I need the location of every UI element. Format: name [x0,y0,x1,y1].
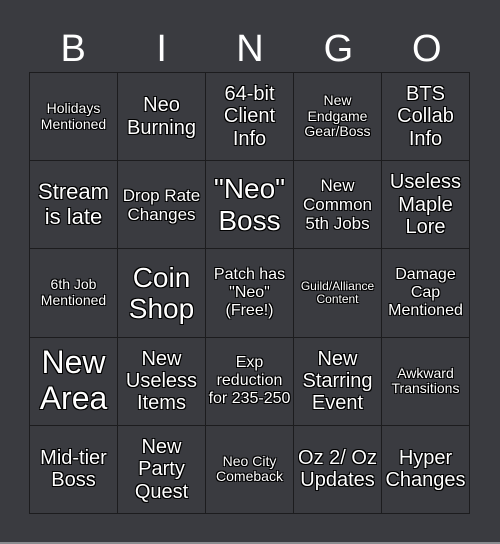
bingo-cell[interactable]: Awkward Transitions [382,337,470,426]
bingo-cell[interactable]: New Common 5th Jobs [294,161,382,250]
header-letter-g: G [323,28,354,70]
bingo-grid: Holidays Mentioned Neo Burning 64-bit Cl… [29,72,470,514]
bingo-cell[interactable]: "Neo" Boss [206,161,294,250]
bingo-cell[interactable]: Patch has "Neo" (Free!) [206,249,294,338]
header-letter-b: B [60,28,86,70]
bingo-cell[interactable]: Guild/Alliance Content [294,249,382,338]
bingo-cell[interactable]: Mid-tier Boss [30,425,118,514]
bingo-cell[interactable]: New Endgame Gear/Boss [294,73,382,162]
bingo-cell[interactable]: Drop Rate Changes [118,161,206,250]
bingo-cell[interactable]: New Starring Event [294,337,382,426]
bingo-cell[interactable]: Stream is late [30,161,118,250]
bingo-cell[interactable]: Damage Cap Mentioned [382,249,470,338]
bingo-cell[interactable]: 64-bit Client Info [206,73,294,162]
header-letter-o: O [412,28,442,70]
bingo-cell[interactable]: 6th Job Mentioned [30,249,118,338]
bingo-cell[interactable]: New Useless Items [118,337,206,426]
bingo-cell[interactable]: New Party Quest [118,425,206,514]
bingo-cell[interactable]: Holidays Mentioned [30,73,118,162]
bingo-cell[interactable]: New Area [30,337,118,426]
bingo-cell[interactable]: Exp reduction for 235-250 [206,337,294,426]
bingo-cell[interactable]: BTS Collab Info [382,73,470,162]
bingo-cell[interactable]: Coin Shop [118,249,206,338]
bingo-cell[interactable]: Hyper Changes [382,425,470,514]
bingo-cell[interactable]: Neo Burning [118,73,206,162]
bingo-header: B I N G O [29,26,471,72]
bingo-cell[interactable]: Useless Maple Lore [382,161,470,250]
header-letter-n: N [236,28,264,70]
bingo-cell[interactable]: Oz 2/ Oz Updates [294,425,382,514]
header-letter-i: I [156,28,167,70]
bingo-cell[interactable]: Neo City Comeback [206,425,294,514]
